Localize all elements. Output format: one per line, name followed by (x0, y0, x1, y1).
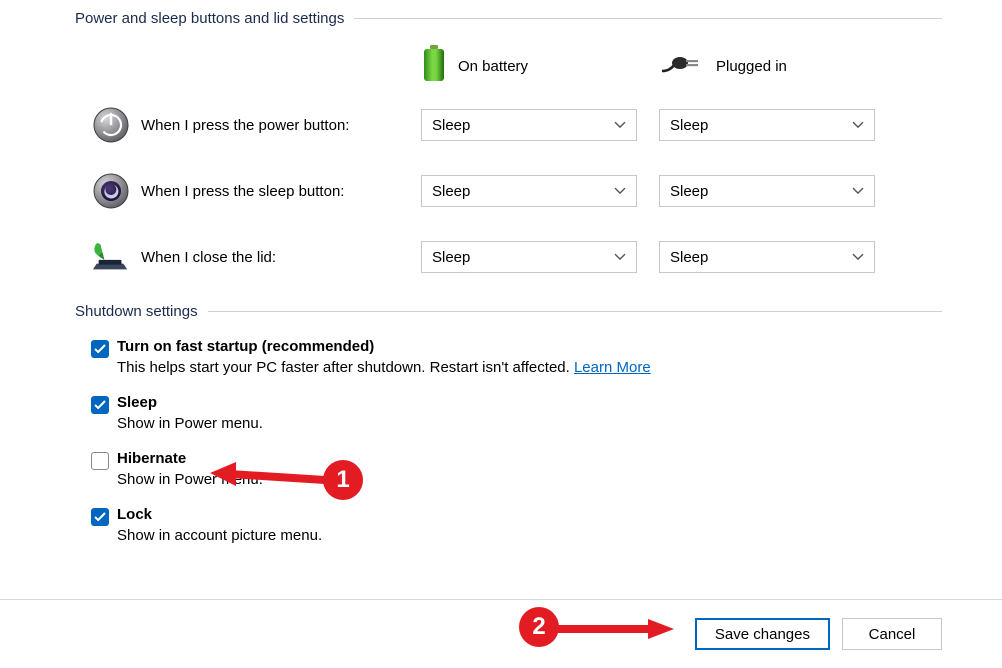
footer: Save changes Cancel (0, 599, 1002, 668)
section-power-buttons-title: Power and sleep buttons and lid settings (75, 10, 344, 27)
section-shutdown-title: Shutdown settings (75, 303, 198, 320)
row-sleep-button: When I press the sleep button: Sleep Sle… (75, 171, 942, 211)
section-power-buttons-header: Power and sleep buttons and lid settings (75, 10, 942, 27)
select-sleep-button-battery[interactable]: Sleep (421, 175, 637, 207)
row-power-button-label: When I press the power button: (141, 117, 421, 134)
divider (354, 18, 942, 19)
select-value: Sleep (432, 249, 470, 266)
chevron-down-icon (614, 116, 626, 133)
checkbox-fast-startup-desc: This helps start your PC faster after sh… (117, 359, 942, 376)
select-value: Sleep (670, 249, 708, 266)
select-value: Sleep (432, 183, 470, 200)
select-lid-battery[interactable]: Sleep (421, 241, 637, 273)
laptop-lid-icon (91, 237, 131, 277)
cancel-button[interactable]: Cancel (842, 618, 942, 650)
select-value: Sleep (670, 183, 708, 200)
chevron-down-icon (852, 116, 864, 133)
select-lid-plugged[interactable]: Sleep (659, 241, 875, 273)
row-power-button: When I press the power button: Sleep Sle… (75, 105, 942, 145)
row-close-lid-label: When I close the lid: (141, 249, 421, 266)
checkbox-lock-desc: Show in account picture menu. (117, 527, 942, 544)
chevron-down-icon (614, 182, 626, 199)
annotation-arrow-1 (210, 462, 330, 492)
checkbox-lock-title: Lock (117, 506, 942, 523)
chevron-down-icon (852, 182, 864, 199)
power-button-icon (91, 105, 131, 145)
divider (208, 311, 942, 312)
row-sleep-button-label: When I press the sleep button: (141, 183, 421, 200)
checkbox-fast-startup-title: Turn on fast startup (recommended) (117, 338, 942, 355)
section-shutdown-header: Shutdown settings (75, 303, 942, 320)
checkbox-hibernate[interactable] (91, 452, 109, 470)
column-on-battery-label: On battery (458, 58, 528, 75)
row-close-lid: When I close the lid: Sleep Sleep (75, 237, 942, 277)
chevron-down-icon (614, 248, 626, 265)
battery-icon (420, 45, 448, 87)
annotation-arrow-2 (556, 619, 676, 639)
select-sleep-button-plugged[interactable]: Sleep (659, 175, 875, 207)
select-power-button-battery[interactable]: Sleep (421, 109, 637, 141)
chevron-down-icon (852, 248, 864, 265)
checkbox-sleep-title: Sleep (117, 394, 942, 411)
plug-icon (660, 51, 706, 81)
checkbox-fast-startup[interactable] (91, 340, 109, 358)
column-plugged-in-label: Plugged in (716, 58, 787, 75)
annotation-marker-2: 2 (519, 607, 559, 647)
select-value: Sleep (670, 117, 708, 134)
select-value: Sleep (432, 117, 470, 134)
learn-more-link[interactable]: Learn More (574, 359, 651, 376)
checkbox-sleep[interactable] (91, 396, 109, 414)
checkbox-sleep-desc: Show in Power menu. (117, 415, 942, 432)
column-plugged-in: Plugged in (660, 51, 787, 81)
column-on-battery: On battery (420, 45, 660, 87)
select-power-button-plugged[interactable]: Sleep (659, 109, 875, 141)
sleep-button-icon (91, 171, 131, 211)
checkbox-lock[interactable] (91, 508, 109, 526)
save-changes-button[interactable]: Save changes (695, 618, 830, 650)
